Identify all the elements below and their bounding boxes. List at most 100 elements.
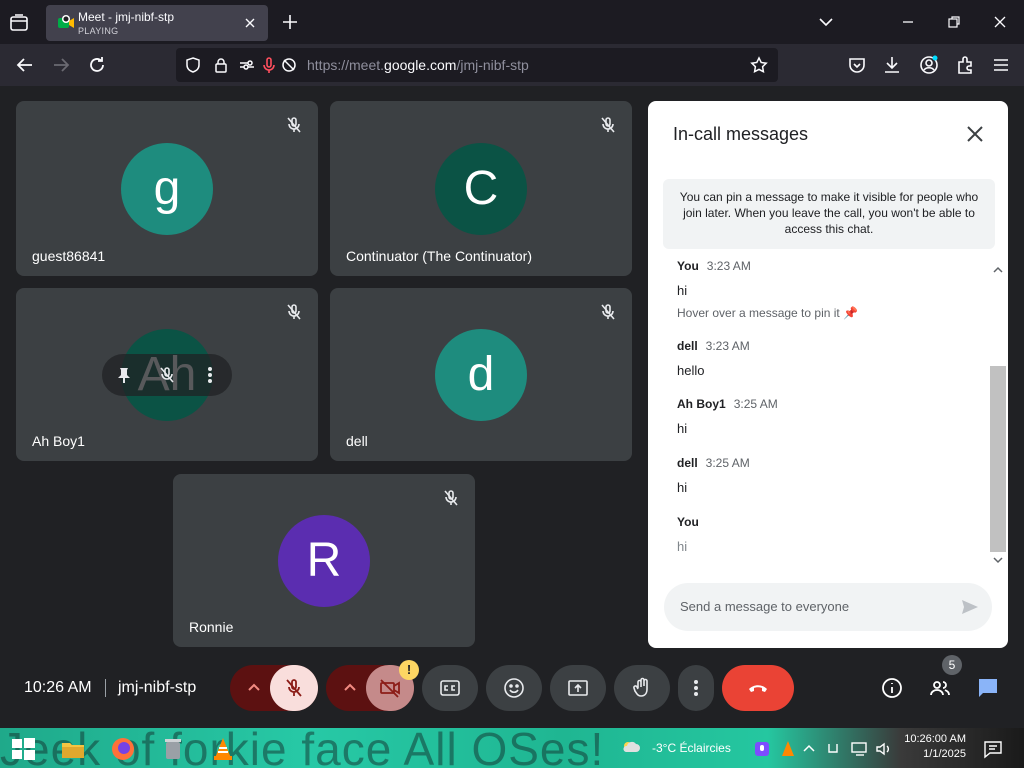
pin-icon[interactable] <box>114 365 134 385</box>
send-icon[interactable] <box>960 597 980 617</box>
mute-participant-icon[interactable] <box>157 365 177 385</box>
usb-device-icon[interactable] <box>824 736 842 762</box>
address-bar[interactable]: https://meet.google.com/jmj-nibf-stp <box>176 48 778 82</box>
message[interactable]: dell 3:25 AM hi <box>677 454 750 495</box>
reactions-button[interactable] <box>486 665 542 711</box>
firefox-icon[interactable] <box>110 736 136 762</box>
leave-call-button[interactable] <box>722 665 794 711</box>
participant-tile[interactable]: R Ronnie <box>173 474 475 647</box>
divider <box>105 679 106 697</box>
close-window-icon[interactable] <box>990 12 1010 32</box>
message-composer[interactable]: Send a message to everyone <box>664 583 992 631</box>
forward-arrow-icon[interactable] <box>50 54 72 76</box>
message[interactable]: You hi <box>677 513 707 554</box>
close-icon[interactable] <box>964 123 986 145</box>
browser-nav-bar: https://meet.google.com/jmj-nibf-stp <box>0 44 1024 86</box>
system-clock[interactable]: 10:26:00 AM 1/1/2025 <box>900 732 966 762</box>
message[interactable]: dell 3:23 AM hello <box>677 337 750 378</box>
pin-notice: You can pin a message to make it visible… <box>663 179 995 249</box>
meet-stage: g guest86841 C Continuator (The Continua… <box>0 86 1024 728</box>
extensions-icon[interactable] <box>954 54 976 76</box>
file-explorer-icon[interactable] <box>60 736 86 762</box>
voice-assistant-icon[interactable] <box>752 736 772 762</box>
chat-scrollbar[interactable] <box>990 262 1006 570</box>
participant-tile[interactable]: g guest86841 <box>16 101 318 276</box>
present-screen-button[interactable] <box>550 665 606 711</box>
minimize-window-icon[interactable] <box>898 12 918 32</box>
meet-control-bar: 10:26 AM jmj-nibf-stp ! 5 <box>0 655 1024 718</box>
camera-off-icon <box>380 679 400 698</box>
weather-icon[interactable] <box>620 736 642 762</box>
tab-overflow-chevron-icon[interactable] <box>816 12 836 32</box>
tab-title: Meet - jmj-nibf-stp <box>78 10 175 24</box>
meeting-code: jmj-nibf-stp <box>118 679 197 696</box>
trash-can-icon[interactable] <box>160 736 186 762</box>
camera-blocked-icon[interactable] <box>280 56 298 74</box>
meeting-details-icon[interactable] <box>880 676 904 700</box>
video-options-chevron-icon[interactable] <box>339 677 361 699</box>
audio-options-chevron-icon[interactable] <box>243 677 265 699</box>
captions-button[interactable] <box>422 665 478 711</box>
lock-icon[interactable] <box>212 56 230 74</box>
downloads-icon[interactable] <box>881 54 903 76</box>
end-call-icon <box>749 685 767 692</box>
windows-start-icon[interactable] <box>10 736 36 762</box>
message-time: 3:23 AM <box>705 339 750 353</box>
weather-text: -3°C Éclaircies <box>652 741 731 755</box>
vlc-icon[interactable] <box>210 736 236 762</box>
message-sender: You <box>677 261 699 273</box>
more-vert-icon <box>694 680 698 696</box>
more-options-icon[interactable] <box>200 365 220 385</box>
participant-tile[interactable]: C Continuator (The Continuator) <box>330 101 632 276</box>
message-list: You 3:23 AM hi Hover over a message to pi… <box>648 261 990 583</box>
browser-tab-bar: Meet - jmj-nibf-stp PLAYING <box>0 0 1024 44</box>
participant-name: Continuator (The Continuator) <box>346 248 532 264</box>
reload-icon[interactable] <box>86 54 108 76</box>
url-text[interactable]: https://meet.google.com/jmj-nibf-stp <box>307 57 529 73</box>
shield-icon[interactable] <box>184 56 202 74</box>
avatar: g <box>121 143 213 235</box>
mic-toggle-button[interactable] <box>270 665 318 711</box>
network-icon[interactable] <box>850 736 870 762</box>
pin-icon[interactable]: 📌 <box>843 306 858 320</box>
menu-hamburger-icon[interactable] <box>990 54 1012 76</box>
bookmark-star-icon[interactable] <box>750 56 768 74</box>
emoji-icon <box>504 678 524 698</box>
mic-off-icon <box>601 304 615 320</box>
people-icon[interactable] <box>928 676 952 700</box>
restore-window-icon[interactable] <box>944 12 964 32</box>
avatar: d <box>435 329 527 421</box>
camera-warning-badge[interactable]: ! <box>399 660 419 680</box>
new-tab-icon[interactable] <box>280 12 300 32</box>
close-tab-icon[interactable] <box>242 15 258 31</box>
notifications-icon[interactable] <box>982 736 1004 762</box>
participant-tile[interactable]: d dell <box>330 288 632 461</box>
mic-off-icon <box>601 117 615 133</box>
message-time: 3:25 AM <box>705 456 750 470</box>
message-sender: Ah Boy1 <box>677 397 726 411</box>
tile-hover-controls <box>102 354 232 396</box>
tab-meet[interactable]: Meet - jmj-nibf-stp PLAYING <box>46 5 268 41</box>
tab-list-icon[interactable] <box>8 12 30 34</box>
message[interactable]: You 3:23 AM hi Hover over a message to pi… <box>677 261 858 320</box>
in-call-messages-panel: In-call messages You can pin a message t… <box>648 101 1008 648</box>
message[interactable]: Ah Boy1 3:25 AM hi <box>677 395 778 436</box>
vlc-tray-icon[interactable] <box>778 736 798 762</box>
participant-tile[interactable]: Ah Ah Boy1 <box>16 288 318 461</box>
permissions-icon[interactable] <box>238 56 256 74</box>
microphone-muted-icon[interactable] <box>260 56 278 74</box>
volume-icon[interactable] <box>874 736 894 762</box>
system-date: 1/1/2025 <box>923 748 966 760</box>
account-icon[interactable] <box>918 54 940 76</box>
raise-hand-button[interactable] <box>614 665 670 711</box>
pocket-icon[interactable] <box>846 54 868 76</box>
up-arrow-icon[interactable] <box>800 736 818 762</box>
message-sender: dell <box>677 456 698 470</box>
chat-icon[interactable] <box>976 676 1000 700</box>
back-arrow-icon[interactable] <box>14 54 36 76</box>
mic-off-icon <box>287 304 301 320</box>
desktop-wallpaper-text: Jeek of forkie face All OSes! <box>0 728 605 768</box>
message-text: hi <box>677 539 688 554</box>
more-options-button[interactable] <box>678 665 714 711</box>
closed-captions-icon <box>440 680 460 696</box>
